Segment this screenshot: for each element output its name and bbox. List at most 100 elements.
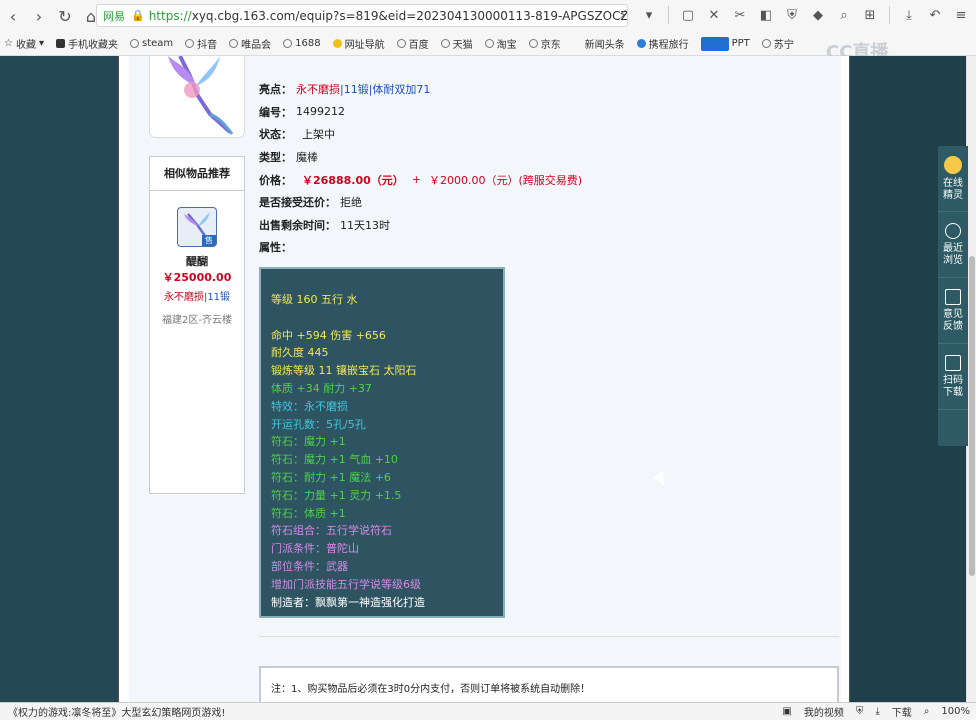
bookmark-item[interactable]: 唯品会: [229, 36, 271, 51]
zoom-level[interactable]: 100%: [941, 706, 970, 717]
address-bar[interactable]: 网易 🔒 https://xyq.cbg.163.com/equip?s=819…: [96, 4, 628, 27]
highlight-row: 亮点： 永不磨损 |11锻|体耐双加71: [259, 83, 431, 97]
globe-icon: [130, 39, 139, 48]
content-panel: 相似物品推荐 售 醍醐 ￥25000.00 永不磨损|11锻 福建2区-齐云楼 …: [129, 56, 841, 702]
similar-item-tags: 永不磨损|11锻: [163, 292, 231, 303]
globe-icon: [761, 39, 771, 48]
forward-icon[interactable]: ›: [26, 3, 52, 29]
undo-icon[interactable]: ↶: [924, 4, 946, 26]
type-value: 魔棒: [296, 151, 318, 165]
divider: [259, 636, 839, 637]
attr-level: 等级 160 五行 水: [271, 293, 358, 306]
bookmark-item[interactable]: 京东: [528, 36, 561, 51]
bookmark-item[interactable]: 1688: [283, 38, 321, 49]
reload-icon[interactable]: ↻: [52, 3, 78, 29]
similar-item-title[interactable]: 醍醐 ￥25000.00: [150, 253, 244, 285]
shield-icon[interactable]: ⛨: [781, 4, 803, 26]
extension-icon[interactable]: ◧: [755, 4, 777, 26]
my-videos-link[interactable]: 我的视频: [804, 704, 844, 719]
bookmark-item[interactable]: steam: [130, 38, 173, 49]
bookmark-item[interactable]: 网址导航: [332, 36, 385, 51]
bookmark-item[interactable]: 携程旅行: [636, 36, 689, 51]
globe-icon: [484, 39, 494, 48]
lightning-icon[interactable]: ⚡: [612, 4, 634, 26]
assistant-avatar-icon: [944, 155, 962, 174]
attr-special: 特效：永不磨损: [271, 399, 348, 413]
similar-item-server: 福建2区-齐云楼: [162, 315, 232, 326]
bargain-value: 拒绝: [340, 196, 362, 210]
purchase-note: 注：1、购买物品后必须在3时0分内支付，否则订单将被系统自动删除！: [259, 666, 839, 702]
attr-rune: 符石：力量 +1 灵力 +1.5: [271, 488, 402, 502]
bookmark-item[interactable]: ☆ 收藏 ▾: [4, 36, 44, 51]
star-icon: ☆: [4, 38, 13, 49]
bookmark-item[interactable]: 手机收藏夹: [56, 36, 118, 51]
download-icon[interactable]: ⤓: [898, 4, 920, 26]
bookmark-item[interactable]: 百度: [396, 36, 429, 51]
status-news[interactable]: 《权力的游戏:凛冬将至》大型玄幻策略网页游戏!: [8, 704, 225, 719]
attributes-panel: 等级 160 五行 水 命中 +594 伤害 +656 耐久度 445 锻炼等级…: [259, 267, 505, 618]
id-row: 编号： 1499212: [259, 105, 345, 119]
floating-side-panel: 在线 精灵 最近 浏览 意见 反馈 扫码 下载: [938, 146, 968, 446]
video-icon[interactable]: ▣: [782, 706, 791, 717]
wand-icon: [168, 56, 234, 135]
bookmark-item[interactable]: PPT: [700, 36, 750, 51]
globe-icon: [185, 39, 195, 48]
online-assistant-button[interactable]: 在线 精灵: [938, 146, 968, 212]
apps-icon[interactable]: ⊞: [859, 4, 881, 26]
close-icon[interactable]: ✕: [703, 4, 725, 26]
similar-item-image[interactable]: 售: [177, 207, 217, 247]
globe-icon: [440, 39, 450, 48]
bookmark-item[interactable]: 苏宁: [761, 36, 794, 51]
item-image: [149, 56, 245, 138]
price-row: 价格： ￥26888.00（元） + ￥2000.00（元）(跨服交易费): [259, 173, 583, 187]
browser-toolbar: ‹ › ↻ ⌂ 网易 🔒 https://xyq.cbg.163.com/equ…: [0, 0, 976, 32]
attr-holes: 开运孔数：5孔/5孔: [271, 417, 366, 431]
on-sale-badge: 售: [202, 235, 216, 246]
folder-icon: [56, 39, 65, 48]
chevron-down-icon[interactable]: ▾: [638, 4, 660, 26]
menu-icon[interactable]: ≡: [950, 4, 972, 26]
shield-icon[interactable]: ⛨: [856, 706, 864, 717]
lock-icon: 🔒: [131, 9, 145, 22]
attr-rune: 符石：耐力 +1 魔法 +6: [271, 470, 391, 484]
game-icon[interactable]: ◆: [807, 4, 829, 26]
globe-icon: [528, 39, 538, 48]
attr-rune-combo: 符石组合：五行学说符石: [271, 524, 392, 538]
attr-rune: 符石：魔力 +1 气血 +10: [271, 453, 398, 467]
ctrip-icon: [636, 39, 646, 48]
highlight-durable: 永不磨损: [296, 83, 340, 97]
highlight-details: |11锻|体耐双加71: [340, 83, 431, 97]
status-row: 状态： 上架中: [259, 128, 335, 142]
toolbar-icons: ⚡ ▾ ▢ ✕ ✂ ◧ ⛨ ◆ ⌕ ⊞ ⤓ ↶ ≡: [612, 4, 972, 26]
attr-bonus: 增加门派技能五行学说等级6级: [271, 577, 421, 591]
bookmark-item[interactable]: 新闻头条: [585, 36, 625, 51]
price-value: ￥26888.00（元）: [302, 173, 404, 187]
page-content: 相似物品推荐 售 醍醐 ￥25000.00 永不磨损|11锻 福建2区-齐云楼 …: [0, 56, 976, 702]
attributes-row: 属性：: [259, 241, 292, 255]
scan-download-button[interactable]: 扫码 下载: [938, 344, 968, 410]
recent-views-button[interactable]: 最近 浏览: [938, 212, 968, 278]
attr-forge: 锻炼等级 11 镶嵌宝石 太阳石: [271, 364, 417, 378]
similar-title: 相似物品推荐: [150, 157, 244, 191]
bookmark-item[interactable]: 抖音: [185, 36, 217, 51]
similar-item-name: 醍醐: [186, 255, 208, 268]
screenshot-icon[interactable]: ▢: [677, 4, 699, 26]
type-row: 类型： 魔棒: [259, 151, 318, 165]
feedback-button[interactable]: 意见 反馈: [938, 278, 968, 344]
bookmark-item[interactable]: 天猫: [440, 36, 473, 51]
ppt-logo-icon: [700, 36, 729, 51]
back-icon[interactable]: ‹: [0, 3, 26, 29]
site-label: 网易: [103, 9, 125, 23]
zoom-icon[interactable]: ⌕: [924, 706, 930, 717]
attr-durability: 耐久度 445: [271, 346, 329, 360]
attr-maker: 制造者：飘飘第一神造强化打造: [271, 595, 425, 609]
download-icon[interactable]: ⤓: [875, 706, 879, 717]
remaining-time-row: 出售剩余时间： 11天13时: [259, 218, 390, 232]
downloads-link[interactable]: 下载: [892, 704, 912, 719]
bookmark-item[interactable]: 淘宝: [484, 36, 517, 51]
attr-stats: 体质 +34 耐力 +37: [271, 381, 372, 395]
scissors-icon[interactable]: ✂: [729, 4, 751, 26]
scroll-thumb[interactable]: [969, 256, 975, 576]
attr-hit-damage: 命中 +594 伤害 +656: [271, 328, 386, 342]
search-icon[interactable]: ⌕: [833, 4, 855, 26]
